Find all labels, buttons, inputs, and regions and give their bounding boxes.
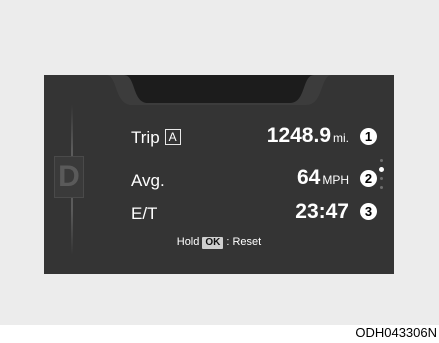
cluster-display: D Trip A 1248.9 mi. 1 Avg. 64 MPH 2 E/T 23:… (44, 75, 394, 274)
trip-distance: 1248.9 mi. (267, 124, 349, 148)
trip-label-text: Trip (131, 128, 160, 147)
callout-2: 2 (360, 170, 377, 187)
trip-label: Trip A (131, 128, 181, 148)
display-top-arc (106, 75, 332, 105)
trip-distance-unit: mi. (333, 131, 349, 145)
trip-letter-badge: A (164, 129, 181, 145)
callout-3: 3 (360, 203, 377, 220)
scroll-dot-active (379, 167, 384, 172)
ok-button-badge: OK (202, 237, 224, 249)
avg-speed-unit: MPH (322, 173, 349, 187)
elapsed-time: 23:47 (295, 200, 349, 223)
callout-1: 1 (360, 128, 377, 145)
hold-text: Hold (176, 236, 200, 248)
reset-text: : Reset (226, 236, 262, 248)
trip-distance-value: 1248.9 (266, 124, 331, 147)
avg-speed-value: 64 (296, 166, 321, 189)
elapsed-label: E/T (131, 204, 158, 223)
scroll-dot (380, 186, 383, 189)
scroll-dot (380, 177, 383, 180)
scroll-dot (380, 159, 383, 162)
gear-indicator: D (54, 156, 84, 198)
avg-speed: 64 MPH (297, 166, 349, 190)
avg-label: Avg. (131, 171, 165, 190)
figure-code: ODH043306N (355, 325, 437, 340)
reset-hint: Hold OK: Reset (44, 236, 394, 249)
